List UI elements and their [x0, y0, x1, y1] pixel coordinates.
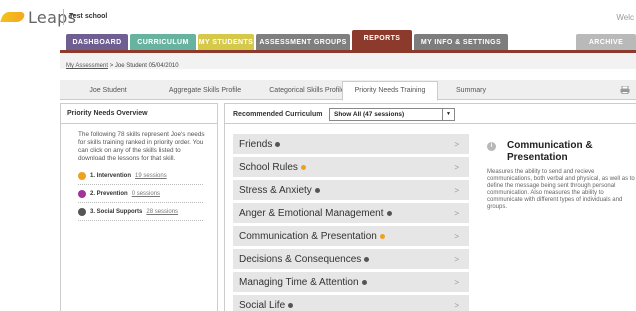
- curriculum-label: Recommended Curriculum: [233, 111, 323, 118]
- intervention-sessions-link[interactable]: 19 sessions: [135, 173, 167, 179]
- curriculum-list: Friends > School Rules > Stress & Anxiet…: [233, 134, 469, 311]
- priority-dot-icon: [288, 302, 294, 308]
- report-tabs: Joe Student Aggregate Skills Profile Cat…: [60, 80, 636, 101]
- social-supports-sessions-link[interactable]: 28 sessions: [146, 209, 178, 215]
- divider: [63, 9, 64, 25]
- legend-label: 2. Prevention: [90, 190, 128, 197]
- session-filter-select[interactable]: Show All (47 sessions) ▼: [329, 108, 455, 121]
- curriculum-item-decisions-consequences[interactable]: Decisions & Consequences >: [233, 249, 469, 269]
- skill-detail-title: Communication & Presentation: [507, 140, 593, 163]
- chevron-right-icon: >: [454, 301, 459, 310]
- info-icon: i: [487, 142, 496, 151]
- select-value: Show All (47 sessions): [334, 111, 405, 118]
- breadcrumb-separator: >: [109, 63, 114, 69]
- breadcrumb-link-my-assessment[interactable]: My Assessment: [66, 63, 108, 69]
- curriculum-item-social-life[interactable]: Social Life >: [233, 295, 469, 311]
- tab-priority-needs-training[interactable]: Priority Needs Training: [342, 81, 438, 101]
- skill-detail: i Communication & Presentation Measures …: [487, 140, 635, 211]
- curriculum-header: Recommended Curriculum Show All (47 sess…: [225, 104, 636, 124]
- chevron-down-icon[interactable]: ▼: [442, 109, 454, 120]
- priority-dot-icon: [364, 256, 370, 262]
- curriculum-item-school-rules[interactable]: School Rules >: [233, 157, 469, 177]
- breadcrumb: My Assessment > Joe Student 05/04/2010: [66, 63, 179, 69]
- top-bar: Leaps Test school Welc: [0, 0, 636, 34]
- priority-dot-icon: [275, 141, 281, 147]
- item-label: Social Life: [239, 299, 286, 311]
- legend-item-social-supports: 3. Social Supports 28 sessions: [78, 203, 203, 221]
- prevention-dot-icon: [78, 189, 86, 198]
- leaps-logo-mark: [0, 12, 26, 22]
- welcome-text: Welc: [616, 13, 634, 22]
- chevron-right-icon: >: [454, 186, 459, 195]
- overview-description: The following 78 skills represent Joe's …: [78, 131, 205, 162]
- item-label: Managing Time & Attention: [239, 276, 359, 288]
- item-label: Stress & Anxiety: [239, 184, 312, 196]
- legend-item-intervention: 1. Intervention 19 sessions: [78, 167, 203, 185]
- priority-legend: 1. Intervention 19 sessions 2. Preventio…: [61, 163, 217, 221]
- curriculum-item-friends[interactable]: Friends >: [233, 134, 469, 154]
- chevron-right-icon: >: [454, 255, 459, 264]
- item-label: Decisions & Consequences: [239, 253, 362, 265]
- leaps-logo[interactable]: Leaps: [0, 8, 76, 27]
- social-supports-dot-icon: [78, 207, 86, 216]
- priority-dot-icon: [361, 279, 367, 285]
- chevron-right-icon: >: [454, 140, 459, 149]
- priority-dot-icon: [300, 164, 306, 170]
- priority-dot-icon: [386, 210, 392, 216]
- curriculum-item-stress-anxiety[interactable]: Stress & Anxiety >: [233, 180, 469, 200]
- prevention-sessions-link[interactable]: 0 sessions: [132, 191, 160, 197]
- skill-detail-description: Measures the ability to send and recieve…: [487, 169, 635, 210]
- chevron-right-icon: >: [454, 163, 459, 172]
- item-label: Anger & Emotional Management: [239, 207, 384, 219]
- intervention-dot-icon: [78, 171, 86, 180]
- breadcrumb-current: Joe Student 05/04/2010: [114, 63, 179, 69]
- item-label: School Rules: [239, 161, 298, 173]
- tab-aggregate-skills-profile[interactable]: Aggregate Skills Profile: [152, 84, 258, 100]
- school-name: Test school: [69, 13, 108, 20]
- legend-label: 3. Social Supports: [90, 208, 143, 215]
- chevron-right-icon: >: [454, 278, 459, 287]
- item-label: Communication & Presentation: [239, 230, 377, 242]
- legend-label: 1. Intervention: [90, 172, 132, 179]
- curriculum-item-communication-presentation[interactable]: Communication & Presentation >: [233, 226, 469, 246]
- legend-item-prevention: 2. Prevention 0 sessions: [78, 185, 203, 203]
- recommended-curriculum-panel: Recommended Curriculum Show All (47 sess…: [224, 103, 636, 311]
- chevron-right-icon: >: [454, 232, 459, 241]
- priority-needs-overview-panel: Priority Needs Overview The following 78…: [60, 103, 218, 311]
- chevron-right-icon: >: [454, 209, 459, 218]
- priority-dot-icon: [379, 233, 385, 239]
- print-icon[interactable]: [620, 86, 630, 94]
- item-label: Friends: [239, 138, 273, 150]
- curriculum-item-managing-time-attention[interactable]: Managing Time & Attention >: [233, 272, 469, 292]
- curriculum-item-anger-emotional-management[interactable]: Anger & Emotional Management >: [233, 203, 469, 223]
- tab-summary[interactable]: Summary: [448, 84, 494, 100]
- nav-tab-reports[interactable]: REPORTS: [352, 30, 412, 52]
- tab-joe-student[interactable]: Joe Student: [68, 84, 148, 100]
- overview-title: Priority Needs Overview: [61, 104, 217, 124]
- priority-dot-icon: [314, 187, 320, 193]
